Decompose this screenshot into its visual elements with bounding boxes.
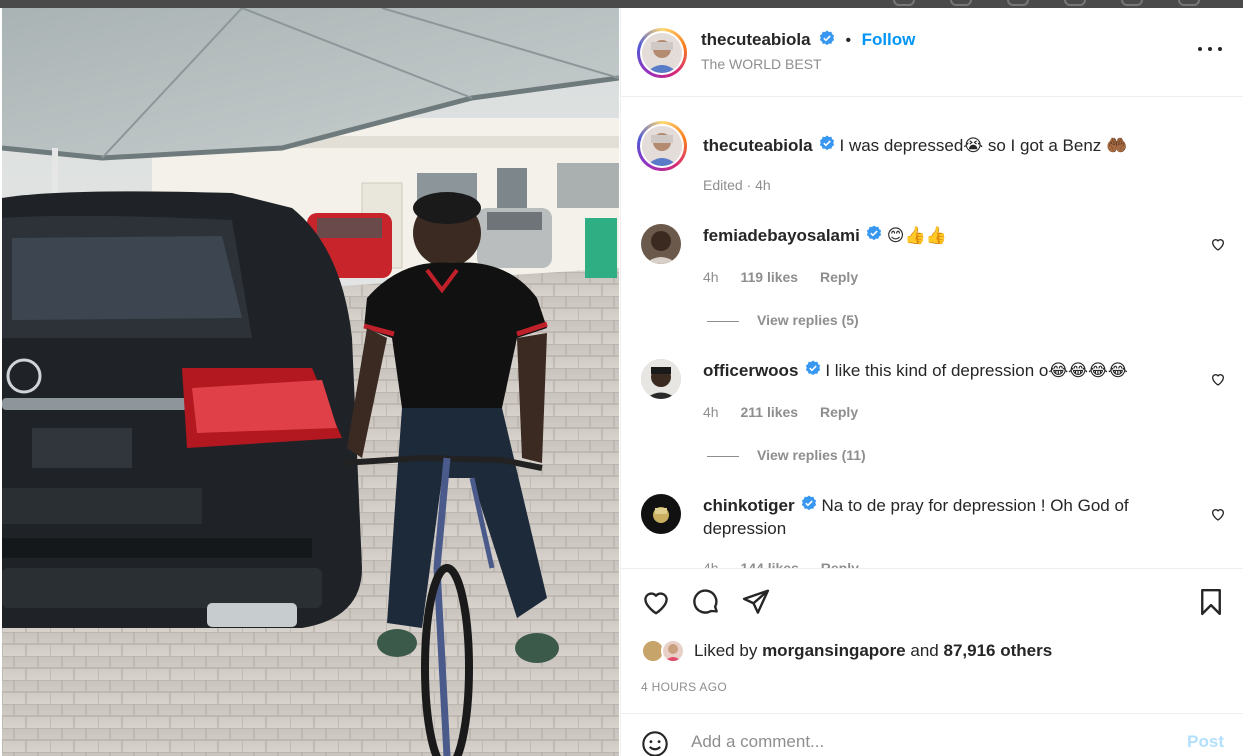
more-options-icon[interactable] [1198,44,1222,54]
avatar-image [665,644,681,661]
photo-illustration [2,8,619,756]
reply-button[interactable]: Reply [821,560,859,568]
liked-by-prefix: Liked by [694,641,758,660]
avatar-image [641,494,681,534]
reply-button[interactable]: Reply [820,404,858,420]
verified-badge-icon [805,360,821,383]
likes-summary: Liked by morgansingapore and 87,916 othe… [694,641,1052,661]
comment-input[interactable] [691,728,1131,756]
comment-like-heart-icon[interactable] [1210,236,1226,252]
post-header: thecuteabiola • Follow The WORLD BEST [621,8,1243,97]
share-icon[interactable] [741,587,771,617]
comment-likes[interactable]: 211 likes [740,404,798,420]
view-replies-label: View replies (11) [757,447,866,463]
comment-meta: 4h 211 likes Reply [703,404,858,420]
view-replies-label: View replies (5) [757,312,859,328]
heart-icon[interactable] [641,587,671,617]
comment-likes[interactable]: 144 likes [740,560,798,568]
comment-time: 4h [703,269,719,285]
post-details-panel: thecuteabiola • Follow The WORLD BEST th… [620,8,1243,756]
comment-likes[interactable]: 119 likes [740,269,798,285]
post-location[interactable]: The WORLD BEST [701,56,822,72]
replies-line [707,455,739,457]
verified-badge-icon [819,135,835,158]
caption-text: I was depressed😭 so I got a Benz 🤲🏾 [839,136,1128,155]
commenter-username[interactable]: chinkotiger [703,496,795,515]
follow-button[interactable]: Follow [862,30,916,49]
avatar-image [642,33,682,73]
post-comment-button[interactable]: Post [1187,732,1224,752]
browser-top-strip [0,0,1243,8]
reply-button[interactable]: Reply [820,269,858,285]
explore-icon[interactable] [1064,0,1086,6]
avatar-image [642,126,682,166]
author-username[interactable]: thecuteabiola [701,30,811,49]
avatar-image [641,359,681,399]
comment-icon[interactable] [691,587,721,617]
commenter-username[interactable]: officerwoos [703,361,798,380]
comment-meta: 4h 119 likes Reply [703,269,858,285]
liked-by-and: and [910,641,939,660]
view-replies-button[interactable]: View replies (11) [707,447,866,463]
emoji-icon[interactable] [641,730,669,756]
comment-time: 4h [703,404,719,420]
commenter-avatar[interactable] [641,494,681,534]
commenter-avatar[interactable] [641,359,681,399]
comment-composer: Post [621,713,1243,756]
verified-badge-icon [819,30,835,51]
comment-time: 4h [703,560,719,568]
liked-by-user[interactable]: morgansingapore [762,641,906,660]
caption-author-avatar[interactable] [637,121,687,171]
home-icon[interactable] [893,0,915,6]
commenter-username[interactable]: femiadebayosalami [703,226,860,245]
post-actions: Liked by morgansingapore and 87,916 othe… [621,568,1243,713]
caption-username[interactable]: thecuteabiola [703,136,813,155]
likes-others-count[interactable]: 87,916 others [944,641,1053,660]
messenger-icon[interactable] [950,0,972,6]
author-avatar[interactable] [637,28,687,78]
view-replies-button[interactable]: View replies (5) [707,312,859,328]
profile-icon[interactable] [1178,0,1200,6]
replies-line [707,320,739,322]
post-timestamp[interactable]: 4 HOURS AGO [641,680,727,694]
comments-list[interactable]: thecuteabiola I was depressed😭 so I got … [621,97,1243,568]
new-post-icon[interactable] [1007,0,1029,6]
verified-badge-icon [866,225,882,248]
comment-text: I like this kind of depression o😂😂😂😂 [825,361,1128,380]
commenter-avatar[interactable] [641,224,681,264]
caption-meta: Edited · 4h [703,177,771,193]
liker-avatar[interactable] [661,639,685,663]
comment-like-heart-icon[interactable] [1210,506,1226,522]
avatar-image [641,224,681,264]
instagram-post-modal: thecuteabiola • Follow The WORLD BEST th… [0,0,1243,756]
dot-separator: • [845,32,852,49]
activity-icon[interactable] [1121,0,1143,6]
bookmark-icon[interactable] [1196,587,1226,617]
comment-text: 😊👍👍 [886,226,947,245]
comment-meta: 4h 144 likes Reply [703,560,859,568]
post-photo[interactable] [2,8,619,756]
verified-badge-icon [801,495,817,518]
comment-like-heart-icon[interactable] [1210,371,1226,387]
